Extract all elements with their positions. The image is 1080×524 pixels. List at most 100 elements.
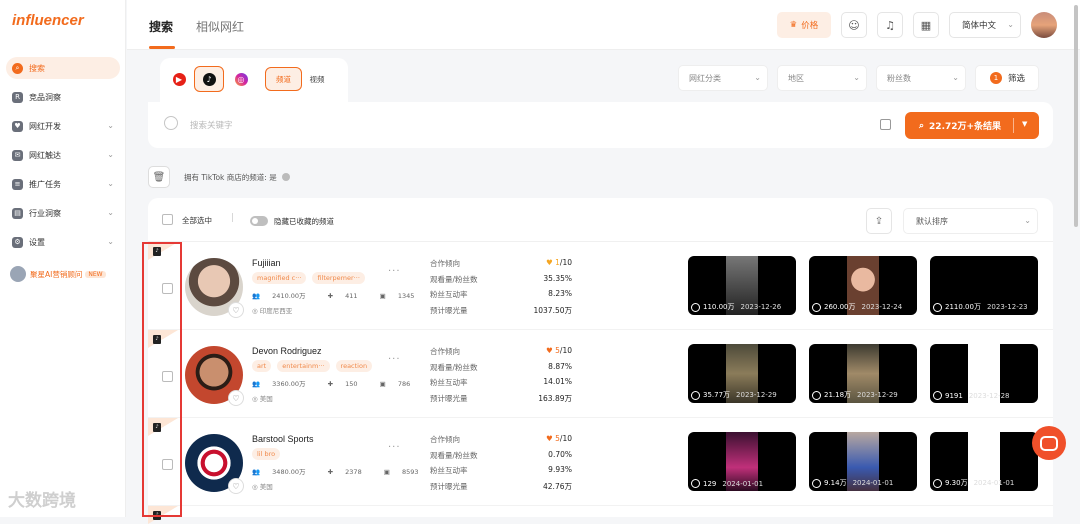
metric-value: 8.87%	[548, 361, 572, 371]
search-box: 搜索关键字 ⌕ 22.72万+条结果 ▼	[148, 102, 1053, 148]
more-options-icon[interactable]: ···	[388, 354, 401, 365]
video-thumbnail[interactable]: 21.18万 2023-12-29	[809, 344, 917, 403]
table-row[interactable]: ♪ ♡ Barstool Sports lil bro 👥 3480.00万 ✚…	[148, 418, 1053, 506]
video-thumbnail[interactable]: 9191 2023-12-28	[930, 344, 1038, 403]
remove-condition-icon[interactable]	[281, 173, 290, 181]
notification-button[interactable]: ♫	[877, 12, 903, 38]
video-thumbnail[interactable]: 35.77万 2023-12-29	[688, 344, 796, 403]
mode-channel-button[interactable]: 频道	[265, 67, 302, 91]
tag[interactable]: entertainm···	[277, 360, 330, 372]
video-date: 2023-12-26	[740, 303, 782, 311]
shield-icon: R	[12, 91, 23, 103]
more-options-icon[interactable]: ···	[388, 442, 401, 453]
tab-search[interactable]: 搜索	[149, 18, 173, 35]
search-results-button[interactable]: ⌕ 22.72万+条结果 ▼	[905, 112, 1039, 139]
clear-conditions-button[interactable]: 🗑	[148, 166, 170, 188]
influencer-name[interactable]: Barstool Sports	[252, 434, 314, 444]
sidebar-item-develop[interactable]: ♥ 网红开发 ⌄	[6, 115, 120, 137]
profile-stats: 👥 2410.00万 ✚ 411 ▣ 1345	[252, 290, 434, 300]
sidebar-item-tasks[interactable]: ≡ 推广任务 ⌄	[6, 173, 120, 195]
favorite-heart-icon[interactable]: ♡	[228, 302, 244, 318]
save-search-icon[interactable]	[880, 119, 891, 130]
top-bar: 搜索 相似网红 ♛ 价格 ☺ ♫ ▦ 简体中文 ⌄	[127, 0, 1080, 50]
tag[interactable]: magnified c···	[252, 272, 307, 284]
video-thumbnail[interactable]: 2110.00万 2023-12-23	[930, 256, 1038, 315]
video-thumbnail[interactable]: 9.14万 2024-01-01	[809, 432, 917, 491]
sidebar-item-competitor[interactable]: R 竞品洞察	[6, 86, 120, 108]
robot-avatar-icon	[10, 266, 26, 282]
tag[interactable]: lil bro	[252, 448, 281, 460]
play-icon	[812, 302, 821, 312]
video-views: 260.00万	[824, 303, 856, 311]
videos-stat: ▣ 786	[380, 380, 421, 388]
table-row[interactable]: ♪ ♡ Devon Rodriguez art entertainm··· re…	[148, 330, 1053, 418]
sort-label: 默认排序	[916, 216, 948, 226]
platform-instagram[interactable]: ◎	[226, 66, 256, 92]
select-all-checkbox[interactable]	[162, 214, 173, 225]
sidebar-item-search[interactable]: ⌕ 搜索	[6, 57, 120, 79]
export-icon: ⇪	[874, 215, 884, 227]
chevron-down-icon: ⌄	[107, 208, 114, 217]
language-select[interactable]: 简体中文 ⌄	[949, 12, 1021, 38]
metrics-panel: 合作倾向 ♥ 1/10 观看量/粉丝数 35.35% 粉丝互动率 8.23% 预计曝光…	[430, 258, 572, 320]
search-icon: ⌕	[919, 120, 925, 131]
favorite-heart-icon[interactable]: ♡	[228, 478, 244, 494]
apps-button[interactable]: ▦	[913, 12, 939, 38]
region-filter[interactable]: 地区 ⌄	[777, 65, 867, 91]
video-thumbnail[interactable]: 129 2024-01-01	[688, 432, 796, 491]
influencer-name[interactable]: Fujiiian	[252, 258, 281, 268]
chat-button[interactable]: ☺	[841, 12, 867, 38]
metric-label: 粉丝互动率	[430, 290, 468, 299]
tab-similar[interactable]: 相似网红	[196, 18, 244, 35]
profile-stats: 👥 3360.00万 ✚ 150 ▣ 786	[252, 378, 430, 388]
chevron-down-icon: ⌄	[107, 150, 114, 159]
profile-stats: 👥 3480.00万 ✚ 2378 ▣ 8593	[252, 466, 439, 476]
brand-logo[interactable]: influencer	[12, 12, 84, 29]
video-thumbnail[interactable]: 9.30万 2024-01-01	[930, 432, 1038, 491]
condition-tag: 拥有 TikTok 商店的频道: 是	[184, 172, 277, 182]
mode-video-button[interactable]: 视频	[305, 67, 329, 91]
price-button[interactable]: ♛ 价格	[777, 12, 831, 38]
new-badge: NEW	[85, 270, 106, 278]
tag[interactable]: art	[252, 360, 272, 372]
category-filter[interactable]: 网红分类 ⌄	[678, 65, 768, 91]
platform-tiktok[interactable]: ♪	[194, 66, 224, 92]
tag[interactable]: filterpemer···	[312, 272, 365, 284]
followers-value: 2410.00万	[272, 292, 306, 300]
table-row[interactable]: ♪	[148, 506, 1053, 524]
video-thumbnail[interactable]: 110.00万 2023-12-26	[688, 256, 796, 315]
score-heart-icon: ♥	[546, 258, 556, 267]
play-icon	[812, 478, 821, 488]
ai-consultant-link[interactable]: 聚星AI营销顾问 NEW	[10, 266, 106, 282]
metric-value: 42.76万	[543, 481, 572, 491]
sort-select[interactable]: 默认排序 ⌄	[903, 208, 1038, 234]
sidebar-item-label: 搜索	[29, 63, 45, 73]
table-row[interactable]: ♪ ♡ Fujiiian magnified c··· filterpemer·…	[148, 242, 1053, 330]
followers-filter[interactable]: 粉丝数 ⌄	[876, 65, 966, 91]
tag[interactable]: reaction	[335, 360, 373, 372]
user-avatar[interactable]	[1031, 12, 1057, 38]
sidebar-item-settings[interactable]: ⚙ 设置 ⌄	[6, 231, 120, 253]
export-button[interactable]: ⇪	[866, 208, 892, 234]
video-views: 110.00万	[703, 303, 735, 311]
screen-button[interactable]: 1 筛选	[975, 65, 1039, 91]
platform-youtube[interactable]: ▶	[164, 66, 194, 92]
metric-label: 观看量/粉丝数	[430, 450, 478, 460]
sidebar-item-industry[interactable]: ▤ 行业洞察 ⌄	[6, 202, 120, 224]
scrollbar[interactable]	[1074, 5, 1078, 227]
chevron-down-icon: ⌄	[1007, 20, 1014, 29]
caret-down-icon[interactable]: ▼	[1022, 120, 1027, 128]
more-options-icon[interactable]: ···	[388, 266, 401, 277]
hide-saved-toggle[interactable]	[250, 216, 268, 226]
sidebar-item-reach[interactable]: ✉ 网红触达 ⌄	[6, 144, 120, 166]
search-input[interactable]: 搜索关键字	[190, 119, 233, 131]
followers-filter-label: 粉丝数	[887, 73, 911, 83]
video-date: 2023-12-24	[861, 303, 903, 311]
video-views: 2110.00万	[945, 303, 981, 311]
support-chat-button[interactable]	[1032, 426, 1066, 460]
favorite-heart-icon[interactable]: ♡	[228, 390, 244, 406]
video-thumbnail[interactable]: 260.00万 2023-12-24	[809, 256, 917, 315]
score-max: /10	[559, 434, 572, 443]
influencer-name[interactable]: Devon Rodriguez	[252, 346, 322, 356]
chat-icon: ☺	[848, 18, 860, 32]
